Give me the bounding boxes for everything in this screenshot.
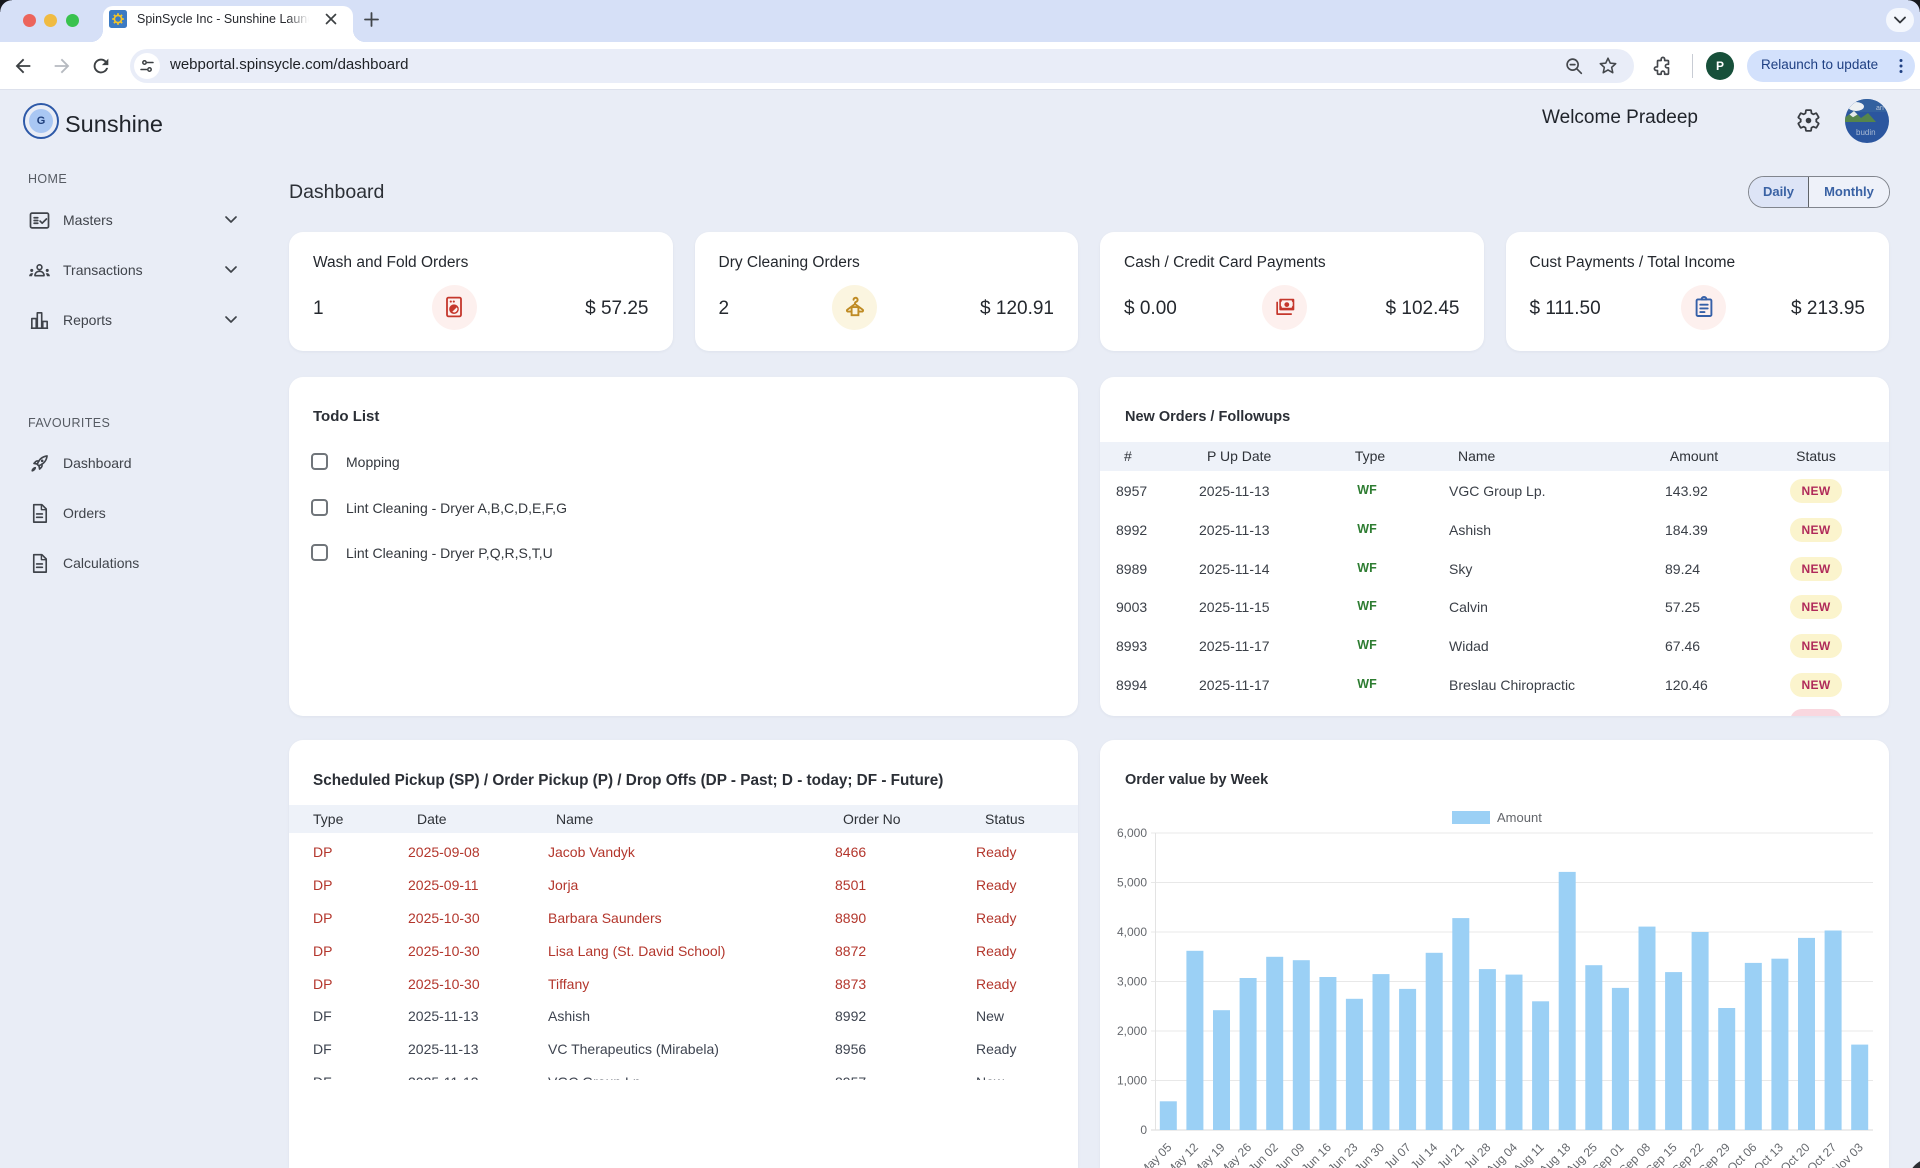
svg-text:budin: budin <box>1856 128 1876 137</box>
svg-text:2,000: 2,000 <box>1117 1024 1147 1038</box>
svg-text:4,000: 4,000 <box>1117 925 1147 939</box>
svg-text:5,000: 5,000 <box>1117 876 1147 890</box>
svg-text:6,000: 6,000 <box>1117 826 1147 840</box>
svg-text:Amount: Amount <box>1497 810 1542 825</box>
svg-text:0: 0 <box>1140 1123 1147 1137</box>
svg-text:3,000: 3,000 <box>1117 975 1147 989</box>
svg-text:ari: ari <box>1876 105 1884 112</box>
svg-text:1,000: 1,000 <box>1117 1074 1147 1088</box>
